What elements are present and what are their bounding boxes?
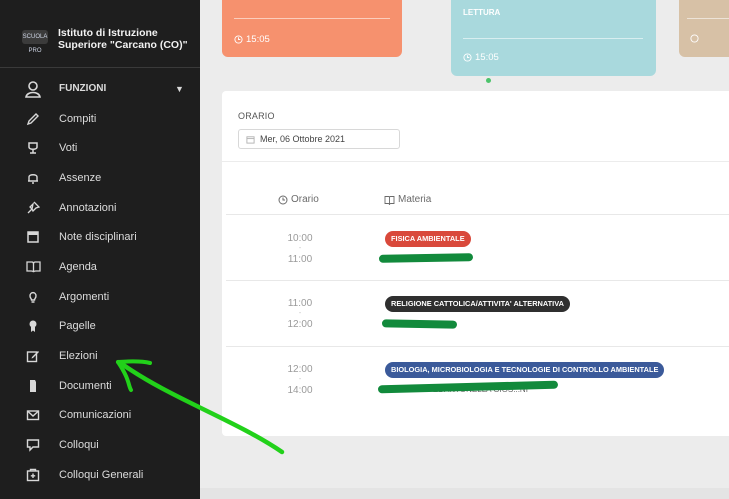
row-divider xyxy=(226,346,729,347)
time-cell: 12:00 - 14:00 xyxy=(280,363,320,397)
redaction-mark xyxy=(378,253,474,263)
end-time: 11:00 xyxy=(287,254,313,265)
sidebar-item-label: Voti xyxy=(59,142,78,155)
date-picker[interactable]: Mer, 06 Ottobre 2021 xyxy=(238,129,400,149)
event-card[interactable] xyxy=(679,0,729,57)
sidebar-item-note-disciplinari[interactable]: Note disciplinari xyxy=(0,222,200,252)
time-separator: - xyxy=(298,245,302,252)
user-icon xyxy=(24,80,42,98)
calendar-icon xyxy=(24,228,42,246)
clock-icon xyxy=(463,53,472,62)
column-header-label: Orario xyxy=(291,194,319,205)
edit-icon xyxy=(24,347,42,365)
time-cell: 10:00 - 11:00 xyxy=(280,232,320,266)
trophy-icon xyxy=(24,139,42,157)
subject-badge[interactable]: FISICA AMBIENTALE xyxy=(385,231,471,247)
end-time: 14:00 xyxy=(287,385,313,396)
schedule-label: ORARIO xyxy=(238,111,275,121)
sidebar-item-label: Documenti xyxy=(59,379,112,392)
sidebar-nav: FUNZIONI ▼ Compiti Voti Assenze Annotazi… xyxy=(0,74,200,490)
date-value: Mer, 06 Ottobre 2021 xyxy=(260,134,346,144)
sidebar-item-elezioni[interactable]: Elezioni xyxy=(0,341,200,371)
chat-icon xyxy=(24,436,42,454)
row-divider xyxy=(226,280,729,281)
school-name: Istituto di Istruzione Superiore "Carcan… xyxy=(58,27,188,51)
event-card[interactable]: 15:05 xyxy=(222,0,402,57)
clock-icon xyxy=(278,195,288,204)
sidebar-item-label: Pagelle xyxy=(59,320,96,333)
calendar-icon xyxy=(246,135,255,144)
start-time: 11:00 xyxy=(287,298,313,309)
sidebar-item-colloqui[interactable]: Colloqui xyxy=(0,430,200,460)
time-separator: - xyxy=(298,310,302,317)
divider xyxy=(222,161,729,162)
brand-header: SCUOLA PRO Istituto di Istruzione Superi… xyxy=(0,0,200,68)
card-time: 15:05 xyxy=(234,34,270,45)
book-icon xyxy=(24,258,42,276)
sidebar-item-label: Colloqui Generali xyxy=(59,468,144,481)
time-separator: - xyxy=(298,376,302,383)
subject-badge[interactable]: RELIGIONE CATTOLICA/ATTIVITA' ALTERNATIV… xyxy=(385,296,570,312)
envelope-icon xyxy=(24,406,42,424)
clock-icon xyxy=(234,35,243,44)
sidebar-item-comunicazioni[interactable]: Comunicazioni xyxy=(0,401,200,431)
plus-box-icon xyxy=(24,466,42,484)
clock-icon xyxy=(690,34,699,43)
event-card-selected[interactable]: LETTURA 15:05 xyxy=(451,0,656,76)
chevron-down-icon[interactable]: ▼ xyxy=(175,84,184,94)
main-content: 15:05 LETTURA 15:05 ORARIO Mer, 06 Ottob… xyxy=(200,0,729,499)
book-icon xyxy=(384,195,395,205)
selected-indicator-dot xyxy=(486,78,491,83)
sidebar-item-agenda[interactable]: Agenda xyxy=(0,252,200,282)
award-icon xyxy=(24,317,42,335)
sidebar-section-label: FUNZIONI xyxy=(59,83,107,95)
card-title: LETTURA xyxy=(463,8,501,17)
card-divider xyxy=(234,18,390,19)
footer-strip xyxy=(200,488,729,499)
card-time-value: 15:05 xyxy=(475,52,499,63)
column-header-orario: Orario xyxy=(278,194,319,205)
sidebar-item-pagelle[interactable]: Pagelle xyxy=(0,312,200,342)
sidebar: SCUOLA PRO Istituto di Istruzione Superi… xyxy=(0,0,200,499)
sidebar-item-label: Elezioni xyxy=(59,350,98,363)
sidebar-item-label: Annotazioni xyxy=(59,201,117,214)
pin-icon xyxy=(24,199,42,217)
sidebar-section-funzioni[interactable]: FUNZIONI ▼ xyxy=(0,74,200,104)
column-header-label: Materia xyxy=(398,194,432,205)
start-time: 12:00 xyxy=(287,364,313,375)
sidebar-item-argomenti[interactable]: Argomenti xyxy=(0,282,200,312)
file-icon xyxy=(24,377,42,395)
bell-icon xyxy=(24,169,42,187)
sidebar-item-label: Assenze xyxy=(59,171,102,184)
column-header-materia: Materia xyxy=(384,194,431,205)
row-divider xyxy=(226,214,729,215)
sidebar-item-label: Compiti xyxy=(59,112,97,125)
card-divider xyxy=(687,18,729,19)
sidebar-item-label: Note disciplinari xyxy=(59,231,137,244)
card-time xyxy=(690,34,699,43)
end-time: 12:00 xyxy=(287,319,313,330)
pencil-icon xyxy=(24,110,42,128)
lightbulb-icon xyxy=(24,288,42,306)
card-time-value: 15:05 xyxy=(246,34,270,45)
card-divider xyxy=(463,38,643,39)
sidebar-item-label: Colloqui xyxy=(59,439,99,452)
sidebar-item-label: Agenda xyxy=(59,260,97,273)
sidebar-item-colloqui-generali[interactable]: Colloqui Generali xyxy=(0,460,200,490)
redaction-mark xyxy=(381,319,458,329)
sidebar-item-voti[interactable]: Voti xyxy=(0,133,200,163)
sidebar-item-compiti[interactable]: Compiti xyxy=(0,104,200,134)
sidebar-item-label: Comunicazioni xyxy=(59,409,132,422)
subject-badge[interactable]: BIOLOGIA, MICROBIOLOGIA E TECNOLOGIE DI … xyxy=(385,362,665,378)
school-logo: SCUOLA PRO xyxy=(22,30,48,54)
sidebar-item-label: Argomenti xyxy=(59,290,110,303)
card-time: 15:05 xyxy=(463,52,499,63)
schedule-panel: ORARIO Mer, 06 Ottobre 2021 Orario Mater… xyxy=(222,91,729,436)
start-time: 10:00 xyxy=(287,233,313,244)
sidebar-item-annotazioni[interactable]: Annotazioni xyxy=(0,193,200,223)
sidebar-item-assenze[interactable]: Assenze xyxy=(0,163,200,193)
sidebar-item-documenti[interactable]: Documenti xyxy=(0,371,200,401)
time-cell: 11:00 - 12:00 xyxy=(280,297,320,331)
